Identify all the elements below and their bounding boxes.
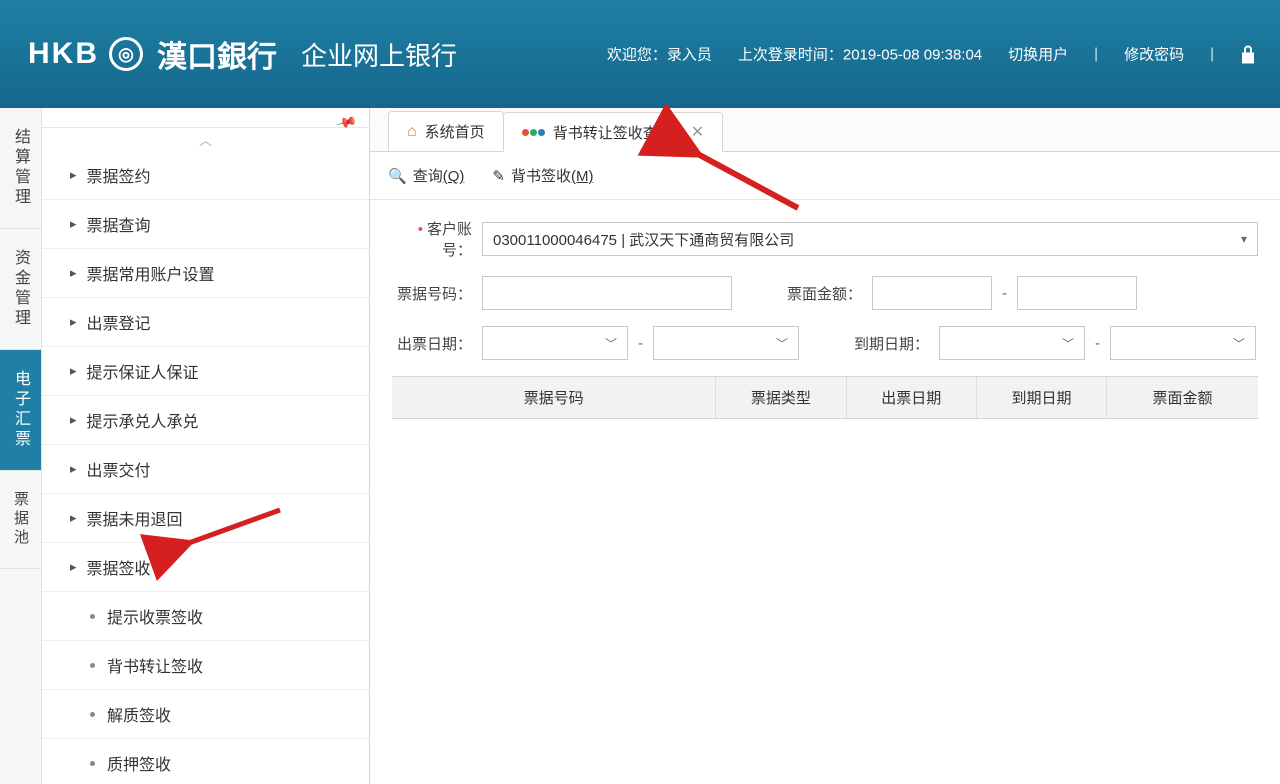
dot-icon: [90, 761, 95, 766]
lock-icon[interactable]: [1240, 44, 1256, 64]
issue-date-to[interactable]: ﹀: [653, 326, 799, 360]
close-icon[interactable]: ✕: [691, 122, 704, 142]
caret-icon: ▸: [70, 412, 77, 428]
rail-item-billpool[interactable]: 票据池: [0, 471, 41, 569]
endorse-button[interactable]: ✎ 背书签收(M): [492, 165, 593, 186]
side-rail: 结算管理 资金管理 电子汇票 票据池: [0, 108, 42, 784]
tab-home-label: 系统首页: [425, 121, 485, 142]
issue-date-from[interactable]: ﹀: [482, 326, 628, 360]
chevron-down-icon: ﹀: [1233, 335, 1245, 352]
query-button[interactable]: 🔍 查询(Q): [388, 165, 464, 186]
col-due-date: 到期日期: [977, 377, 1107, 418]
due-date-from[interactable]: ﹀: [939, 326, 1085, 360]
toolbar: 🔍 查询(Q) ✎ 背书签收(M): [370, 152, 1280, 200]
result-grid: 票据号码 票据类型 出票日期 到期日期 票面金额: [392, 376, 1258, 419]
sidebar-item-account-setup[interactable]: ▸票据常用账户设置: [42, 249, 369, 298]
sidebar-item-prompt-receive[interactable]: 提示收票签收: [42, 592, 369, 641]
dot-icon: [90, 614, 95, 619]
col-amount: 票面金额: [1107, 377, 1258, 418]
last-login-text: 上次登录时间：2019-05-08 09:38:04: [738, 44, 982, 65]
side-menu: 📌 ︿ ▸票据签约 ▸票据查询 ▸票据常用账户设置 ▸出票登记 ▸提示保证人保证…: [42, 108, 369, 784]
main-area: ⌂ 系统首页 背书转让签收查询 ✕ 🔍 查询(Q) ✎ 背书签收(M): [370, 108, 1280, 784]
sidebar-item-endorse-receive[interactable]: 背书转让签收: [42, 641, 369, 690]
rail-item-settlement[interactable]: 结算管理: [0, 108, 41, 229]
dot-icon: [90, 712, 95, 717]
bill-no-label: 票据号码：: [392, 283, 472, 304]
account-label: 客户账号：: [392, 218, 472, 260]
issue-date-label: 出票日期：: [392, 333, 472, 354]
scroll-up-icon[interactable]: ︿: [42, 128, 369, 151]
logo-text-cn: 漢口銀行: [157, 32, 277, 76]
range-dash: -: [1095, 335, 1100, 352]
separator: |: [1210, 46, 1214, 63]
caret-icon: ▸: [70, 559, 77, 575]
rail-item-edraft[interactable]: 电子汇票: [0, 350, 41, 471]
caret-icon: ▸: [70, 461, 77, 477]
tab-bar: ⌂ 系统首页 背书转让签收查询 ✕: [370, 108, 1280, 152]
menu-top-bar: 📌: [42, 108, 369, 128]
caret-icon: ▸: [70, 510, 77, 526]
caret-icon: ▸: [70, 265, 77, 281]
tab-home[interactable]: ⌂ 系统首页: [388, 111, 504, 151]
due-date-to[interactable]: ﹀: [1110, 326, 1256, 360]
sidebar-item-prompt-acceptor[interactable]: ▸提示承兑人承兑: [42, 396, 369, 445]
account-select[interactable]: 030011000046475 | 武汉天下通商贸有限公司 ▾: [482, 222, 1258, 256]
sidebar-item-pledge-receive[interactable]: 质押签收: [42, 739, 369, 784]
rail-item-fund[interactable]: 资金管理: [0, 229, 41, 350]
chevron-down-icon: ▾: [1241, 232, 1247, 246]
tab-active-label: 背书转让签收查询: [553, 122, 673, 143]
amount-label: 票面金额：: [782, 283, 862, 304]
search-icon: 🔍: [388, 167, 407, 185]
sidebar-item-issue-deliver[interactable]: ▸出票交付: [42, 445, 369, 494]
chevron-down-icon: ﹀: [1062, 335, 1074, 352]
sidebar-item-ticket-query[interactable]: ▸票据查询: [42, 200, 369, 249]
sidebar-item-prompt-guarantor[interactable]: ▸提示保证人保证: [42, 347, 369, 396]
separator: |: [1094, 46, 1098, 63]
due-date-label: 到期日期：: [849, 333, 929, 354]
range-dash: -: [1002, 285, 1007, 302]
sidebar: 结算管理 资金管理 电子汇票 票据池 📌 ︿ ▸票据签约 ▸票据查询 ▸票据常用…: [0, 108, 370, 784]
col-bill-no: 票据号码: [392, 377, 716, 418]
grid-header: 票据号码 票据类型 出票日期 到期日期 票面金额: [392, 377, 1258, 419]
chevron-down-icon: ﹀: [776, 335, 788, 352]
annotation-arrow-tab: [688, 146, 808, 221]
switch-user-link[interactable]: 切换用户: [1008, 44, 1068, 65]
filter-form: 客户账号： 030011000046475 | 武汉天下通商贸有限公司 ▾ 票据…: [370, 200, 1280, 437]
col-bill-type: 票据类型: [716, 377, 846, 418]
app-name: 企业网上银行: [301, 36, 457, 73]
header-right: 欢迎您：录入员 上次登录时间：2019-05-08 09:38:04 切换用户 …: [607, 44, 1256, 65]
account-value: 030011000046475 | 武汉天下通商贸有限公司: [493, 229, 794, 250]
dot-icon: [90, 663, 95, 668]
pencil-icon: ✎: [492, 167, 505, 185]
app-header: HKB ◎ 漢口銀行 企业网上银行 欢迎您：录入员 上次登录时间：2019-05…: [0, 0, 1280, 108]
logo-mark-icon: ◎: [109, 37, 143, 71]
amount-to-input[interactable]: [1017, 276, 1137, 310]
caret-icon: ▸: [70, 167, 77, 183]
home-icon: ⌂: [407, 123, 417, 141]
logo-text-en: HKB: [28, 37, 99, 71]
range-dash: -: [638, 335, 643, 352]
annotation-arrow-sidebar: [180, 506, 290, 557]
bill-no-input[interactable]: [482, 276, 732, 310]
sidebar-item-ticket-sign[interactable]: ▸票据签约: [42, 151, 369, 200]
caret-icon: ▸: [70, 216, 77, 232]
change-password-link[interactable]: 修改密码: [1124, 44, 1184, 65]
caret-icon: ▸: [70, 314, 77, 330]
col-issue-date: 出票日期: [847, 377, 977, 418]
caret-icon: ▸: [70, 363, 77, 379]
welcome-text: 欢迎您：录入员: [607, 44, 712, 65]
colored-dots-icon: [522, 129, 545, 136]
sidebar-item-unpledge-receive[interactable]: 解质签收: [42, 690, 369, 739]
amount-from-input[interactable]: [872, 276, 992, 310]
sidebar-item-issue-register[interactable]: ▸出票登记: [42, 298, 369, 347]
chevron-down-icon: ﹀: [605, 335, 617, 352]
bank-logo: HKB ◎ 漢口銀行 企业网上银行: [28, 32, 457, 76]
